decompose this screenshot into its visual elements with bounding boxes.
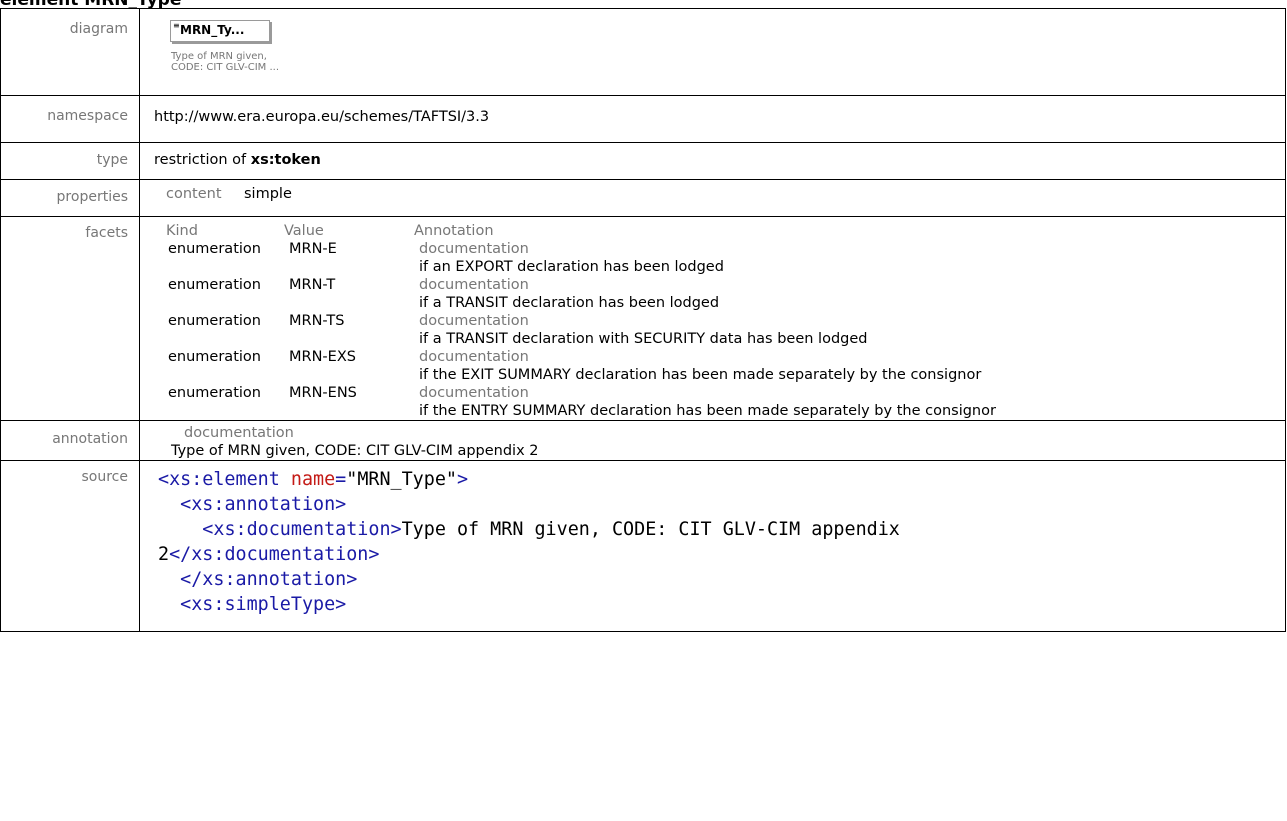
- row-label: namespace: [0, 95, 140, 143]
- property-value: simple: [244, 186, 292, 202]
- facet-doc-text: if the EXIT SUMMARY declaration has been…: [419, 367, 982, 383]
- element-type-icon: ≡: [173, 21, 180, 30]
- facets-header: Kind Value Annotation: [154, 222, 1285, 240]
- row-label: diagram: [0, 8, 140, 96]
- facet-header-kind: Kind: [166, 223, 198, 239]
- xml-tag: <xs:annotation>: [180, 494, 347, 515]
- facet-row: enumeration MRN-ENS documentation if the…: [154, 384, 1285, 420]
- xml-tag: <xs:simpleType>: [180, 594, 347, 615]
- property-key: content: [166, 186, 222, 202]
- row-type: type restriction of xs:token: [0, 142, 1286, 180]
- namespace-value: http://www.era.europa.eu/schemes/TAFTSI/…: [154, 109, 490, 125]
- facet-value: MRN-ENS: [289, 385, 357, 401]
- facet-doc-label: documentation: [419, 313, 529, 329]
- row-label: facets: [0, 216, 140, 421]
- facet-value: MRN-EXS: [289, 349, 356, 365]
- facet-value: MRN-E: [289, 241, 337, 257]
- facet-row: enumeration MRN-EXS documentation if the…: [154, 348, 1285, 384]
- facet-value: MRN-TS: [289, 313, 345, 329]
- facet-header-value: Value: [284, 223, 324, 239]
- source-code: <xs:element name="MRN_Type"> <xs:annotat…: [158, 469, 900, 615]
- facet-doc-text: if a TRANSIT declaration has been lodged: [419, 295, 720, 311]
- facet-header-annotation: Annotation: [414, 223, 494, 239]
- xml-text: Type of MRN given, CODE: CIT GLV-CIM app…: [401, 519, 900, 540]
- facet-kind: enumeration: [168, 313, 261, 329]
- facet-doc-label: documentation: [419, 241, 529, 257]
- type-prefix: restriction of: [154, 152, 251, 168]
- row-properties: properties content simple: [0, 179, 1286, 217]
- xml-tag: </xs:documentation>: [169, 544, 380, 565]
- diagram-note: Type of MRN given, CODE: CIT GLV-CIM ...: [171, 51, 1285, 73]
- facet-kind: enumeration: [168, 385, 261, 401]
- facet-doc-text: if a TRANSIT declaration with SECURITY d…: [419, 331, 868, 347]
- facet-row: enumeration MRN-TS documentation if a TR…: [154, 312, 1285, 348]
- property-row: content simple: [154, 180, 1285, 202]
- xml-tag: </xs:annotation>: [180, 569, 358, 590]
- row-label: properties: [0, 179, 140, 217]
- facet-annotation: documentation if the ENTRY SUMMARY decla…: [419, 384, 1285, 420]
- annotation-doc-label: documentation: [184, 425, 294, 441]
- facet-row: enumeration MRN-T documentation if a TRA…: [154, 276, 1285, 312]
- row-annotation: annotation documentation Type of MRN giv…: [0, 420, 1286, 461]
- facet-doc-label: documentation: [419, 385, 529, 401]
- annotation-doc-text: Type of MRN given, CODE: CIT GLV-CIM app…: [171, 443, 539, 459]
- facet-row: enumeration MRN-E documentation if an EX…: [154, 240, 1285, 276]
- facet-kind: enumeration: [168, 241, 261, 257]
- row-facets: facets Kind Value Annotation enumeration…: [0, 216, 1286, 421]
- schema-doc-table: diagram ≡ MRN_Ty... Type of MRN given, C…: [0, 8, 1286, 632]
- type-base-link[interactable]: xs:token: [251, 152, 321, 168]
- type-value: restriction of xs:token: [154, 143, 1285, 168]
- annotation-block: documentation Type of MRN given, CODE: C…: [154, 421, 1285, 460]
- facet-value: MRN-T: [289, 277, 336, 293]
- namespace-cell: http://www.era.europa.eu/schemes/TAFTSI/…: [139, 95, 1286, 143]
- row-namespace: namespace http://www.era.europa.eu/schem…: [0, 95, 1286, 143]
- diagram-element-box[interactable]: ≡ MRN_Ty...: [170, 20, 270, 42]
- facet-annotation: documentation if a TRANSIT declaration h…: [419, 276, 1285, 312]
- facets-cell: Kind Value Annotation enumeration MRN-E …: [139, 216, 1286, 421]
- source-cell: <xs:element name="MRN_Type"> <xs:annotat…: [139, 460, 1286, 632]
- diagram-cell: ≡ MRN_Ty... Type of MRN given, CODE: CIT…: [139, 8, 1286, 96]
- xml-attr-value: "MRN_Type": [346, 469, 457, 490]
- row-source: source <xs:element name="MRN_Type"> <xs:…: [0, 460, 1286, 632]
- row-label: type: [0, 142, 140, 180]
- diagram-note-line2: CODE: CIT GLV-CIM ...: [171, 62, 279, 73]
- facet-doc-label: documentation: [419, 349, 529, 365]
- facet-doc-label: documentation: [419, 277, 529, 293]
- facet-kind: enumeration: [168, 277, 261, 293]
- xml-tag: <xs:documentation>: [202, 519, 402, 540]
- facet-doc-text: if an EXPORT declaration has been lodged: [419, 259, 724, 275]
- xml-tag: <xs:element: [158, 469, 280, 490]
- type-cell: restriction of xs:token: [139, 142, 1286, 180]
- xml-tag-close: >: [456, 469, 469, 490]
- facet-annotation: documentation if an EXPORT declaration h…: [419, 240, 1285, 276]
- row-label: source: [0, 460, 140, 632]
- facet-kind: enumeration: [168, 349, 261, 365]
- xml-attr-name: name: [290, 469, 336, 490]
- diagram-note-line1: Type of MRN given,: [171, 51, 267, 62]
- xml-text: 2: [158, 544, 170, 565]
- facet-doc-text: if the ENTRY SUMMARY declaration has bee…: [419, 403, 996, 419]
- diagram-element-name: MRN_Ty...: [180, 23, 245, 37]
- facets-grid: Kind Value Annotation enumeration MRN-E …: [154, 217, 1285, 420]
- row-diagram: diagram ≡ MRN_Ty... Type of MRN given, C…: [0, 8, 1286, 96]
- facet-annotation: documentation if a TRANSIT declaration w…: [419, 312, 1285, 348]
- facet-annotation: documentation if the EXIT SUMMARY declar…: [419, 348, 1285, 384]
- properties-cell: content simple: [139, 179, 1286, 217]
- row-label: annotation: [0, 420, 140, 461]
- annotation-cell: documentation Type of MRN given, CODE: C…: [139, 420, 1286, 461]
